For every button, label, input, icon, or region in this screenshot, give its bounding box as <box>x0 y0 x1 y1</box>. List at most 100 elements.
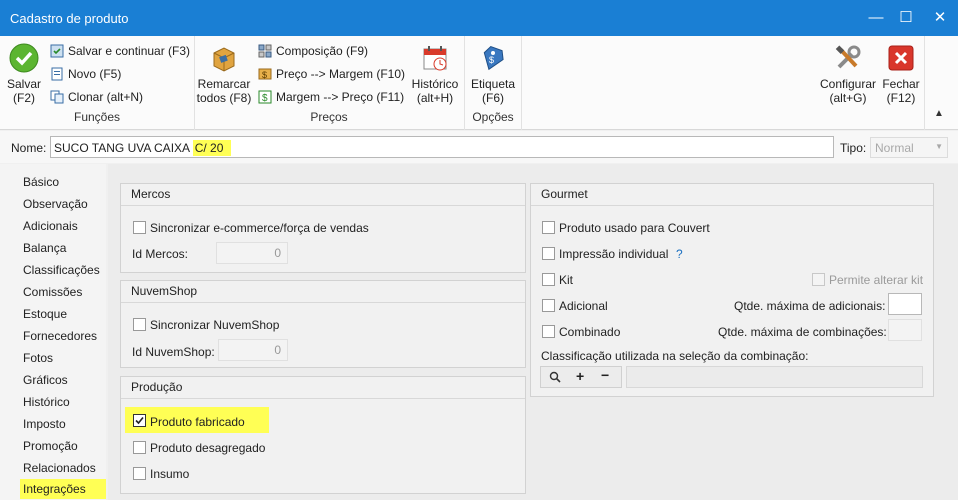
configurar-label-1: Configurar <box>819 77 877 91</box>
nome-label: Nome: <box>11 141 47 155</box>
qtde-combinacoes-input[interactable] <box>888 319 922 341</box>
produto-desagregado-label: Produto desagregado <box>150 441 266 455</box>
fechar-button[interactable]: Fechar (F12) <box>880 42 922 105</box>
save-label-1: Salvar <box>6 77 41 91</box>
nuvemshop-sync-label: Sincronizar NuvemShop <box>150 318 280 332</box>
tag-icon: $ <box>483 45 504 71</box>
tipo-value: Normal <box>875 141 914 155</box>
etiqueta-button[interactable]: $ Etiqueta (F6) <box>466 42 520 105</box>
nuvemshop-id-input[interactable]: 0 <box>218 339 288 361</box>
help-icon[interactable]: ? <box>676 247 683 261</box>
mercos-sync-checkbox[interactable] <box>133 221 146 234</box>
close-button[interactable]: ✕ <box>926 4 954 32</box>
sidebar-item-imposto[interactable]: Imposto <box>23 417 66 431</box>
sidebar-item-basico[interactable]: Básico <box>23 175 59 189</box>
permite-alterar-kit-checkbox[interactable] <box>812 273 825 286</box>
couvert-label: Produto usado para Couvert <box>559 221 710 235</box>
clone-icon <box>50 90 64 104</box>
adicional-label: Adicional <box>559 299 608 313</box>
tipo-select[interactable]: Normal ▼ <box>870 137 948 158</box>
impressao-individual-label: Impressão individual <box>559 247 669 261</box>
sidebar-item-historico[interactable]: Histórico <box>23 395 70 409</box>
clone-label: Clonar (alt+N) <box>68 90 144 104</box>
calendar-icon <box>423 46 447 71</box>
combinado-checkbox[interactable] <box>542 325 555 338</box>
clone-button[interactable]: Clonar (alt+N) <box>50 88 143 106</box>
box-icon <box>213 47 235 72</box>
title-bar: Cadastro de produto — ☐ ✕ <box>0 0 958 36</box>
save-continue-button[interactable]: Salvar e continuar (F3) <box>50 42 190 60</box>
configurar-label-2: (alt+G) <box>829 91 867 105</box>
couvert-checkbox[interactable] <box>542 221 555 234</box>
remarcar-label-2: todos (F8) <box>196 91 252 105</box>
sidebar-item-classificacoes[interactable]: Classificações <box>23 263 100 277</box>
nuvemshop-sync-checkbox[interactable] <box>133 318 146 331</box>
margem-preco-label: Margem --> Preço (F11) <box>276 90 405 104</box>
sidebar-item-estoque[interactable]: Estoque <box>23 307 67 321</box>
search-icon[interactable] <box>549 371 561 383</box>
mercos-id-label: Id Mercos: <box>132 247 189 261</box>
group-label-funcoes: Funções <box>73 110 121 124</box>
historico-label-1: Histórico <box>411 77 459 91</box>
svg-text:$: $ <box>489 55 494 65</box>
collapse-ribbon-icon[interactable]: ▲ <box>934 108 944 119</box>
sidebar-item-promocao[interactable]: Promoção <box>23 439 78 453</box>
sidebar-item-adicionais[interactable]: Adicionais <box>23 219 78 233</box>
remove-icon[interactable]: − <box>601 367 609 383</box>
produto-fabricado-checkbox[interactable] <box>133 414 146 427</box>
adicional-checkbox[interactable] <box>542 299 555 312</box>
ribbon-toolbar: Salvar (F2) Salvar e continuar (F3) Novo… <box>0 36 958 130</box>
classificacao-input[interactable] <box>626 366 923 388</box>
sidebar-item-observacao[interactable]: Observação <box>23 197 88 211</box>
composition-icon <box>258 44 272 58</box>
permite-alterar-kit-label: Permite alterar kit <box>829 273 924 287</box>
qtde-combinacoes-label: Qtde. máxima de combinações: <box>718 325 887 339</box>
margem-preco-button[interactable]: $ Margem --> Preço (F11) <box>258 88 404 106</box>
group-title-mercos: Mercos <box>121 184 525 206</box>
fechar-label-2: (F12) <box>886 91 916 105</box>
composicao-button[interactable]: Composição (F9) <box>258 42 368 60</box>
save-button[interactable]: Salvar (F2) <box>4 42 44 105</box>
sidebar-item-fotos[interactable]: Fotos <box>23 351 53 365</box>
group-mercos: Mercos Sincronizar e-commerce/força de v… <box>120 183 526 273</box>
tools-icon <box>835 45 861 69</box>
tipo-label: Tipo: <box>840 141 867 155</box>
minimize-button[interactable]: — <box>862 4 890 32</box>
sidebar-item-comissoes[interactable]: Comissões <box>23 285 82 299</box>
check-icon <box>9 43 39 73</box>
sidebar-item-balanca[interactable]: Balança <box>23 241 66 255</box>
close-red-icon <box>888 45 914 71</box>
mercos-sync-label: Sincronizar e-commerce/força de vendas <box>150 221 369 235</box>
fechar-label-1: Fechar <box>882 77 920 91</box>
configurar-button[interactable]: Configurar (alt+G) <box>818 42 878 105</box>
sidebar-item-relacionados[interactable]: Relacionados <box>23 461 96 475</box>
group-label-precos: Preços <box>310 110 348 124</box>
preco-margem-button[interactable]: $ Preço --> Margem (F10) <box>258 65 405 83</box>
group-label-opcoes: Opções <box>472 110 514 124</box>
remarcar-button[interactable]: Remarcar todos (F8) <box>196 42 252 105</box>
kit-checkbox[interactable] <box>542 273 555 286</box>
svg-text:$: $ <box>262 70 267 80</box>
group-gourmet: Gourmet Produto usado para Couvert Impre… <box>530 183 934 397</box>
add-icon[interactable]: + <box>576 368 584 384</box>
classificacao-toolbar: + − <box>540 366 622 388</box>
historico-button[interactable]: Histórico (alt+H) <box>408 42 462 105</box>
combinado-label: Combinado <box>559 325 621 339</box>
mercos-id-input[interactable]: 0 <box>216 242 288 264</box>
qtde-adicionais-input[interactable] <box>888 293 922 315</box>
save-label-2: (F2) <box>13 91 35 105</box>
insumo-checkbox[interactable] <box>133 467 146 480</box>
impressao-individual-checkbox[interactable] <box>542 247 555 260</box>
new-button[interactable]: Novo (F5) <box>50 65 121 83</box>
group-title-producao: Produção <box>121 377 525 399</box>
nome-input[interactable]: SUCO TANG UVA CAIXA C/ 20 <box>50 136 834 158</box>
maximize-button[interactable]: ☐ <box>892 4 920 32</box>
chevron-down-icon: ▼ <box>935 142 943 151</box>
sidebar-item-integracoes[interactable]: Integrações <box>20 479 106 499</box>
sidebar-item-fornecedores[interactable]: Fornecedores <box>23 329 97 343</box>
price-tag-icon: $ <box>258 68 272 80</box>
insumo-label: Insumo <box>150 467 190 481</box>
sidebar-item-graficos[interactable]: Gráficos <box>23 373 68 387</box>
produto-desagregado-checkbox[interactable] <box>133 441 146 454</box>
new-label: Novo (F5) <box>68 67 122 81</box>
